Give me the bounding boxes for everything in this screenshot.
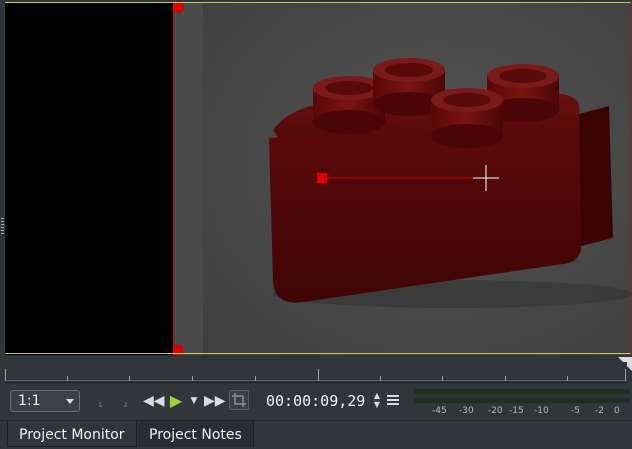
ruler-tick <box>67 376 68 381</box>
video-frame[interactable] <box>5 2 632 355</box>
dock-grip-handle[interactable] <box>1 218 4 234</box>
meter-label: -20 <box>488 406 503 416</box>
spin-down-icon[interactable]: ▼ <box>372 400 382 409</box>
meter-label: 0 <box>614 406 620 416</box>
meter-label: -2 <box>595 406 604 416</box>
ruler-tick <box>255 376 256 381</box>
monitor-toolbar: 1:1 ⸤ ⸥ ◀◀ ▶ ▼ ▶▶ 00:00:09,29 ▲ ▼ -45 -3… <box>0 384 632 418</box>
tab-project-monitor[interactable]: Project Monitor <box>7 421 137 447</box>
ruler-tick <box>442 376 443 381</box>
zoom-value: 1:1 <box>18 393 41 409</box>
project-monitor[interactable] <box>0 0 632 357</box>
play-icon[interactable]: ▶ <box>168 392 184 410</box>
tab-project-notes[interactable]: Project Notes <box>138 421 254 447</box>
rotation-handle[interactable] <box>317 173 327 183</box>
rewind-icon[interactable]: ◀◀ <box>143 392 165 410</box>
transform-overlay <box>317 165 499 191</box>
fast-forward-icon[interactable]: ▶▶ <box>204 392 226 410</box>
meter-label: -15 <box>509 406 524 416</box>
ruler-tick <box>318 369 319 381</box>
zone-in-icon[interactable]: ⸤ <box>94 392 108 410</box>
timeline-ruler[interactable] <box>5 362 627 383</box>
zoom-select[interactable]: 1:1 <box>10 390 80 412</box>
ruler-tick <box>380 376 381 381</box>
meter-label: -5 <box>571 406 580 416</box>
tab-label: Project Monitor <box>19 427 125 443</box>
audio-channel-right <box>413 397 630 404</box>
ruler-baseline <box>5 380 627 381</box>
ruler-tick <box>567 376 568 381</box>
meter-label: -30 <box>459 406 474 416</box>
cropped-viewport <box>173 2 632 355</box>
menu-icon[interactable] <box>387 393 403 409</box>
crosshair-cursor-icon <box>473 165 499 191</box>
timecode-spinner[interactable]: ▲ ▼ <box>372 391 382 409</box>
audio-level-meter: -45 -30 -20 -15 -10 -5 -2 0 <box>413 386 630 420</box>
ruler-tick <box>625 369 626 381</box>
play-options-icon[interactable]: ▼ <box>189 392 199 410</box>
crop-icon <box>232 393 246 407</box>
ruler-tick <box>129 376 130 381</box>
chevron-down-icon <box>66 399 74 404</box>
ruler-tick <box>5 369 6 381</box>
ruler-tick <box>192 376 193 381</box>
zone-out-icon[interactable]: ⸥ <box>118 392 132 410</box>
crop-button[interactable] <box>229 390 249 410</box>
timecode-field[interactable]: 00:00:09,29 <box>266 391 365 411</box>
spin-up-icon[interactable]: ▲ <box>372 391 382 400</box>
ruler-tick <box>505 376 506 381</box>
tab-label: Project Notes <box>149 427 242 443</box>
dock-tab-bar: Project Monitor Project Notes <box>0 420 632 448</box>
audio-channel-left <box>413 388 630 395</box>
meter-label: -10 <box>534 406 549 416</box>
meter-label: -45 <box>432 406 447 416</box>
